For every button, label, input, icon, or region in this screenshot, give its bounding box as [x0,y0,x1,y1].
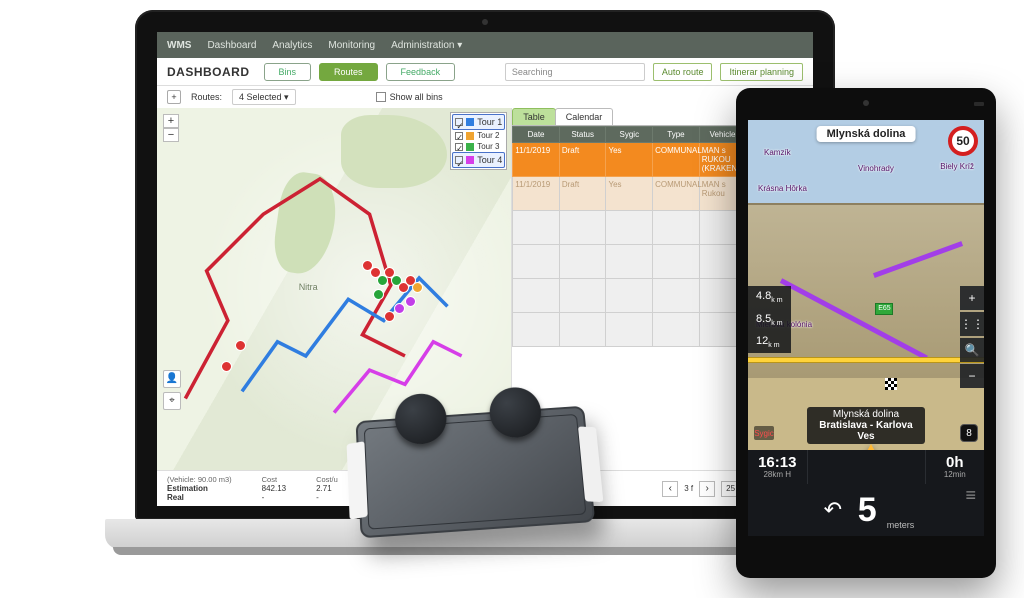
distance-steps: 4.8k m 8.5k m 12k m [748,286,791,353]
turn-distance: 5 [858,491,877,530]
dist-step: 12k m [748,331,791,353]
view-grid-button[interactable]: ⋮⋮ [960,312,984,336]
legend-tour-4[interactable]: ✓Tour 4 [452,152,505,168]
map-place-label: Biely Kríž [940,162,974,171]
col-status[interactable]: Status [559,127,606,143]
map-zoom: + − [163,114,179,142]
col-date[interactable]: Date [513,127,560,143]
page-title: DASHBOARD [167,65,250,79]
tablet-mockup: E65 Kamzík Vinohrady Biely Kríž Krásna H… [736,88,996,578]
map-city-label: Nitra [299,282,318,292]
tab-bins[interactable]: Bins [264,63,312,81]
panel-tab-calendar[interactable]: Calendar [555,108,614,125]
map-marker[interactable] [384,311,395,322]
search-input[interactable]: Searching [505,63,645,81]
destination-pill[interactable]: Mlynská dolina [817,126,916,142]
map-tool-button[interactable]: 👤 [163,370,181,388]
col-sygic[interactable]: Sygic [606,127,653,143]
nav-dashboard[interactable]: Dashboard [207,40,256,51]
map-place-label: Vinohrady [858,164,894,173]
page-indicator: 3 f [684,484,693,493]
map-place-label: Krásna Hôrka [758,184,807,193]
routes-label: Routes: [191,92,222,102]
road-badge: E65 [875,303,893,315]
speed-limit-sign: 50 [948,126,978,156]
sensor-knob [394,392,448,446]
panel-tab-table[interactable]: Table [512,108,556,125]
legend-tour-2[interactable]: ✓Tour 2 [452,130,505,141]
sensor-knob [488,386,543,439]
col-type[interactable]: Type [653,127,700,143]
navigation-app: E65 Kamzík Vinohrady Biely Kríž Krásna H… [748,120,984,536]
show-all-bins-checkbox[interactable]: Show all bins [376,92,443,102]
tab-routes[interactable]: Routes [319,63,378,81]
brand-logo: WMS [167,40,191,51]
map-place-label: Kamzík [764,148,791,157]
turn-distance-unit: meters [887,520,915,530]
remaining-cell[interactable]: 0h 12min [926,450,985,484]
routes-select[interactable]: 4 Selected ▾ [232,89,296,105]
zoom-in-button[interactable]: + [163,114,179,128]
legend-tour-1[interactable]: ✓Tour 1 [452,114,505,130]
map-marker[interactable] [373,289,384,300]
map-marker[interactable] [235,340,246,351]
nav-analytics[interactable]: Analytics [272,40,312,51]
legend-tour-3[interactable]: ✓Tour 3 [452,141,505,152]
menu-button[interactable]: ≡ [965,485,976,506]
nav-bottom-bar: 16:13 28km H 0h 12min ↶ 5 meters ≡ [748,450,984,536]
current-street-overlay[interactable]: Mlynská dolina Bratislava - Karlova Ves [807,407,925,444]
route-badge[interactable]: 8 [960,424,978,442]
vehicle-note: (Vehicle: 90.00 m3) [167,475,232,484]
dist-step: 8.5k m [748,309,791,331]
top-nav: WMS Dashboard Analytics Monitoring Admin… [157,32,813,58]
zoom-out-button[interactable]: − [960,364,984,388]
map-marker[interactable] [412,282,423,293]
destination-flag-icon [885,378,897,390]
add-route-button[interactable]: + [167,90,181,104]
auto-route-button[interactable]: Auto route [653,63,713,81]
nav-monitoring[interactable]: Monitoring [328,40,375,51]
tab-feedback[interactable]: Feedback [386,63,456,81]
sygic-brand-icon: Sygic [754,426,774,440]
zoom-in-button[interactable]: + [960,286,984,310]
sensor-device [328,370,618,570]
map-side-controls: + ⋮⋮ 🔍 − [960,286,984,390]
eta-cell[interactable]: 16:13 28km H [748,450,808,484]
routes-filter-bar: + Routes: 4 Selected ▾ Show all bins [157,86,813,108]
laptop-camera [482,19,488,25]
itinerar-planning-button[interactable]: Itinerar planning [720,63,803,81]
dashboard-toolbar: DASHBOARD Bins Routes Feedback Searching… [157,58,813,86]
zoom-out-button[interactable]: − [163,128,179,142]
map-tool-button[interactable]: ⌖ [163,392,181,410]
turn-cell[interactable] [808,450,926,484]
dist-step: 4.8k m [748,286,791,308]
next-page-button[interactable]: › [699,481,715,497]
search-button[interactable]: 🔍 [960,338,984,362]
tours-legend: ✓Tour 1 ✓Tour 2 ✓Tour 3 ✓Tour 4 [450,112,507,170]
prev-page-button[interactable]: ‹ [662,481,678,497]
nav-administration[interactable]: Administration [391,40,462,51]
uturn-icon: ↶ [818,495,848,525]
